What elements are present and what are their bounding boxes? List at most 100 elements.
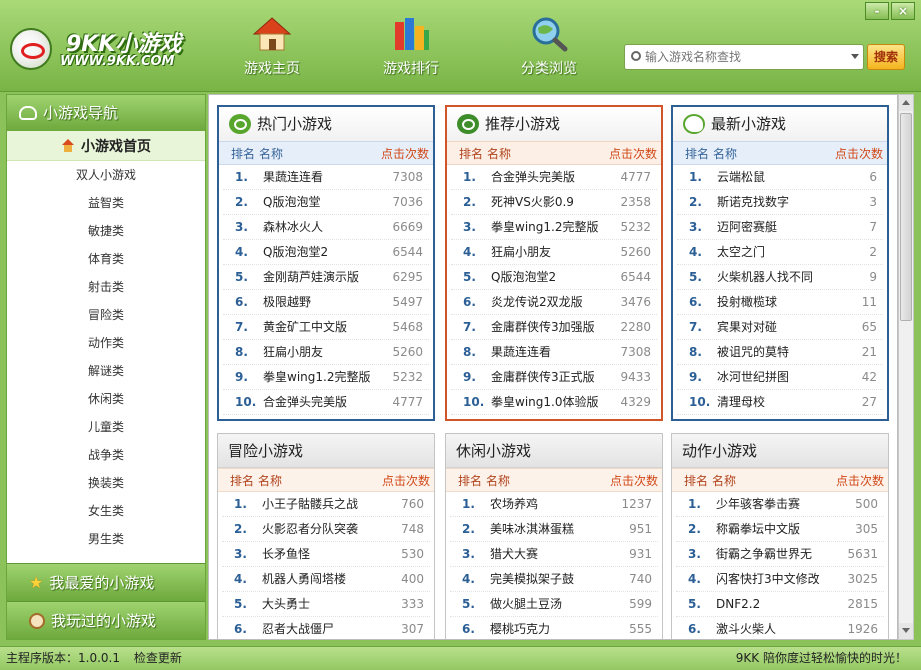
nav-category-browse-button[interactable]: 分类浏览 (509, 16, 589, 80)
game-row[interactable]: 3. 猎犬大赛 931 (450, 542, 658, 567)
game-row[interactable]: 2. 火影忍者分队突袭 748 (222, 517, 430, 542)
star-icon: ★ (29, 572, 44, 592)
name-header: 名称 (259, 147, 284, 161)
joystick-icon (19, 106, 37, 120)
search-input[interactable] (645, 48, 845, 66)
title-bar: 9KK小游戏 WWW.9KK.COM 游戏主页 游戏排行 分类浏览 - × 输入… (0, 0, 921, 92)
game-row[interactable]: 5. DNF2.2 2815 (676, 592, 884, 617)
panel-title-text: 推荐小游戏 (485, 115, 561, 133)
game-rank: 1. (689, 170, 702, 184)
game-name: 金庸群侠传3正式版 (491, 370, 595, 384)
game-row[interactable]: 5. 做火腿土豆汤 599 (450, 592, 658, 617)
game-row[interactable]: 7. 黄金矿工中文版 5468 (223, 315, 429, 340)
game-row[interactable]: 10. 清理母校 27 (677, 390, 883, 415)
sidebar-item-sports[interactable]: 体育类 (7, 245, 205, 273)
game-row[interactable]: 1. 果蔬连连看 7308 (223, 165, 429, 190)
game-clicks: 760 (401, 497, 424, 511)
game-row[interactable]: 9. 冰河世纪拼图 42 (677, 365, 883, 390)
game-row[interactable]: 8. 被诅咒的莫特 21 (677, 340, 883, 365)
game-rank: 7. (689, 320, 702, 334)
sidebar-item-casual[interactable]: 休闲类 (7, 385, 205, 413)
game-row[interactable]: 2. Q版泡泡堂 7036 (223, 190, 429, 215)
sidebar-played[interactable]: 我玩过的小游戏 (7, 601, 205, 639)
game-name: 被诅咒的莫特 (717, 345, 790, 359)
game-row[interactable]: 2. 称霸拳坛中文版 305 (676, 517, 884, 542)
game-row[interactable]: 3. 迈阿密赛艇 7 (677, 215, 883, 240)
game-row[interactable]: 3. 街霸之争霸世界无 5631 (676, 542, 884, 567)
game-row[interactable]: 6. 忍者大战僵尸 307 (222, 617, 430, 639)
game-row[interactable]: 1. 小王子骷髅兵之战 760 (222, 492, 430, 517)
scroll-thumb[interactable] (900, 113, 912, 321)
game-row[interactable]: 6. 炎龙传说2双龙版 3476 (451, 290, 657, 315)
chevron-down-icon[interactable] (851, 54, 859, 59)
scroll-down-arrow-icon[interactable] (899, 623, 913, 639)
game-row[interactable]: 10. 拳皇wing1.0体验版 4329 (451, 390, 657, 415)
game-clicks: 9 (869, 270, 877, 284)
nav-game-ranking-button[interactable]: 游戏排行 (371, 16, 451, 80)
scroll-up-arrow-icon[interactable] (899, 95, 913, 111)
game-row[interactable]: 10. 合金弹头完美版 4777 (223, 390, 429, 415)
game-row[interactable]: 1. 合金弹头完美版 4777 (451, 165, 657, 190)
game-row[interactable]: 4. Q版泡泡堂2 6544 (223, 240, 429, 265)
game-row[interactable]: 1. 云端松鼠 6 (677, 165, 883, 190)
sidebar-item-home[interactable]: 小游戏首页 (7, 131, 205, 161)
rank-header: 排名 (230, 474, 255, 488)
sidebar-item-action[interactable]: 动作类 (7, 329, 205, 357)
game-row[interactable]: 6. 激斗火柴人 1926 (676, 617, 884, 639)
game-rank: 4. (234, 572, 247, 586)
game-name: 极限越野 (263, 295, 312, 309)
game-row[interactable]: 4. 闪客快打3中文修改 3025 (676, 567, 884, 592)
game-clicks: 4777 (392, 395, 423, 409)
game-row[interactable]: 1. 少年骇客拳击赛 500 (676, 492, 884, 517)
search-button[interactable]: 搜索 (867, 44, 905, 70)
game-row[interactable]: 5. 金刚葫芦娃演示版 6295 (223, 265, 429, 290)
game-row[interactable]: 7. 金庸群侠传3加强版 2280 (451, 315, 657, 340)
sidebar-item-agility[interactable]: 敏捷类 (7, 217, 205, 245)
game-name: 机器人勇闯塔楼 (262, 572, 347, 586)
name-header: 名称 (713, 147, 738, 161)
game-row[interactable]: 2. 斯诺克找数字 3 (677, 190, 883, 215)
game-row[interactable]: 6. 樱桃巧克力 555 (450, 617, 658, 639)
close-button[interactable]: × (891, 2, 915, 20)
sidebar-item-girls[interactable]: 女生类 (7, 497, 205, 525)
sidebar-item-puzzle[interactable]: 益智类 (7, 189, 205, 217)
game-row[interactable]: 3. 森林冰火人 6669 (223, 215, 429, 240)
game-row[interactable]: 1. 农场养鸡 1237 (450, 492, 658, 517)
sidebar-item-kids[interactable]: 儿童类 (7, 413, 205, 441)
game-row[interactable]: 8. 狂扁小朋友 5260 (223, 340, 429, 365)
game-row[interactable]: 3. 拳皇wing1.2完整版 5232 (451, 215, 657, 240)
game-row[interactable]: 5. 火柴机器人找不同 9 (677, 265, 883, 290)
game-row[interactable]: 9. 金庸群侠传3正式版 9433 (451, 365, 657, 390)
panel-header: 排名 名称 点击次数 (672, 468, 888, 492)
sidebar-item-adventure[interactable]: 冒险类 (7, 301, 205, 329)
app-logo[interactable]: 9KK小游戏 WWW.9KK.COM (10, 22, 190, 76)
sidebar-favorites[interactable]: ★ 我最爱的小游戏 (7, 563, 205, 601)
sidebar-item-shooting[interactable]: 射击类 (7, 273, 205, 301)
game-row[interactable]: 2. 死神VS火影0.9 2358 (451, 190, 657, 215)
sidebar-item-double[interactable]: 双人小游戏 (7, 161, 205, 189)
game-row[interactable]: 2. 美味冰淇淋蛋糕 951 (450, 517, 658, 542)
sidebar-title: 小游戏导航 (43, 104, 119, 122)
game-row[interactable]: 6. 投射橄榄球 11 (677, 290, 883, 315)
game-row[interactable]: 5. Q版泡泡堂2 6544 (451, 265, 657, 290)
minimize-button[interactable]: - (865, 2, 889, 20)
game-row[interactable]: 3. 长矛鱼怪 530 (222, 542, 430, 567)
sidebar-item-war[interactable]: 战争类 (7, 441, 205, 469)
game-row[interactable]: 4. 狂扁小朋友 5260 (451, 240, 657, 265)
game-row[interactable]: 4. 机器人勇闯塔楼 400 (222, 567, 430, 592)
check-update-link[interactable]: 检查更新 (134, 651, 182, 665)
nav-game-home-button[interactable]: 游戏主页 (232, 16, 312, 80)
game-row[interactable]: 5. 大头勇士 333 (222, 592, 430, 617)
sidebar-item-riddle[interactable]: 解谜类 (7, 357, 205, 385)
sidebar-item-boys[interactable]: 男生类 (7, 525, 205, 553)
game-row[interactable]: 7. 宾果对对碰 65 (677, 315, 883, 340)
sidebar-item-dressup[interactable]: 换装类 (7, 469, 205, 497)
game-row[interactable]: 6. 极限越野 5497 (223, 290, 429, 315)
vertical-scrollbar[interactable] (898, 94, 914, 640)
game-row[interactable]: 4. 完美模拟架子鼓 740 (450, 567, 658, 592)
game-row[interactable]: 4. 太空之门 2 (677, 240, 883, 265)
game-row[interactable]: 9. 拳皇wing1.2完整版 5232 (223, 365, 429, 390)
game-row[interactable]: 8. 果蔬连连看 7308 (451, 340, 657, 365)
game-name: 森林冰火人 (263, 220, 324, 234)
game-name: 激斗火柴人 (716, 622, 777, 636)
